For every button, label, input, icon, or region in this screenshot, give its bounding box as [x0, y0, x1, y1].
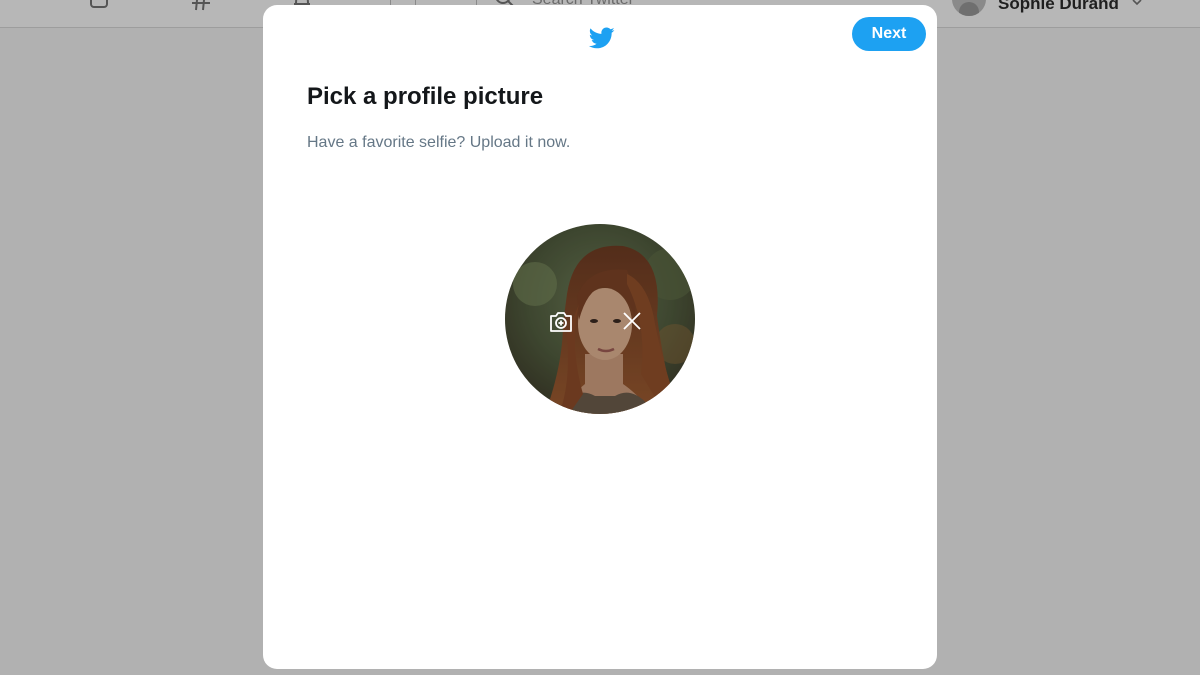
page-title: Pick a profile picture — [307, 83, 544, 110]
avatar[interactable] — [952, 0, 986, 16]
next-button[interactable]: Next — [852, 17, 926, 51]
camera-add-icon[interactable] — [544, 304, 578, 338]
profile-picture-preview — [505, 224, 695, 414]
close-icon[interactable] — [615, 304, 649, 338]
hashtag-icon[interactable] — [190, 0, 212, 12]
account-name: Sophie Durand — [998, 0, 1119, 13]
account-menu[interactable]: Sophie Durand — [952, 0, 1143, 16]
profile-picture-dialog: Next Pick a profile picture Have a favor… — [263, 5, 937, 669]
twitter-bird-icon — [588, 27, 615, 49]
page-subtitle: Have a favorite selfie? Upload it now. — [307, 134, 571, 151]
home-icon[interactable] — [88, 0, 110, 12]
chevron-down-icon[interactable] — [1131, 0, 1143, 9]
avatar-overlay — [505, 224, 695, 414]
